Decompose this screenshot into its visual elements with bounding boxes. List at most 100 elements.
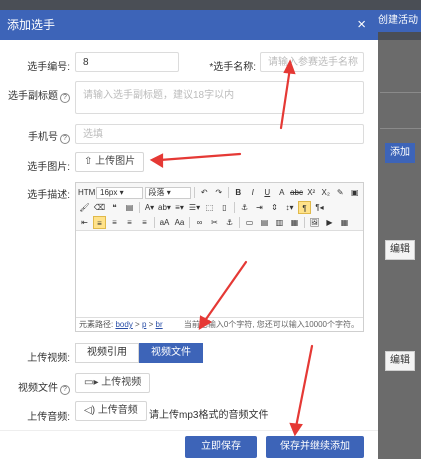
help-icon[interactable]: ? bbox=[60, 93, 70, 103]
format-painter-icon[interactable]: 🖌 bbox=[78, 201, 91, 214]
toolbar-separator bbox=[189, 217, 190, 228]
font-size-select[interactable]: 16px ▾ bbox=[96, 186, 143, 199]
align-left-icon[interactable]: ≡ bbox=[93, 216, 106, 229]
underline-icon[interactable]: U bbox=[261, 186, 274, 199]
ltr-icon[interactable]: ¶ bbox=[298, 201, 311, 214]
editor-toolbar: HTML 16px ▾ 段落 ▾ ↶ ↷ B I U A abc X² X₂ ✎… bbox=[76, 183, 363, 231]
close-icon[interactable]: × bbox=[357, 10, 366, 40]
video-type-toggle: 视频引用 视频文件 bbox=[75, 343, 203, 363]
toolbar-separator bbox=[239, 217, 240, 228]
paste-plain-icon[interactable]: ▤ bbox=[123, 201, 136, 214]
editor-status-bar: 元素路径: body > p > br 当前已输入0个字符, 您还可以输入100… bbox=[76, 317, 363, 331]
remove-format-icon[interactable]: ✎ bbox=[334, 186, 347, 199]
font-border-icon[interactable]: A bbox=[276, 186, 289, 199]
font-color-icon[interactable]: A▾ bbox=[143, 201, 156, 214]
bold-icon[interactable]: B bbox=[232, 186, 245, 199]
dialog-footer: 立即保存 保存并继续添加 bbox=[0, 430, 378, 459]
insert-image-icon[interactable]: 🖼 bbox=[308, 216, 321, 229]
phone-field[interactable] bbox=[75, 124, 364, 144]
blockquote-icon[interactable]: ❝ bbox=[108, 201, 121, 214]
image-label: 选手图片: bbox=[27, 162, 70, 173]
dialog-header: 添加选手 × bbox=[0, 10, 378, 40]
subtitle-field[interactable] bbox=[75, 81, 364, 114]
row-spacing-icon[interactable]: ⇕ bbox=[268, 201, 281, 214]
line-height-icon[interactable]: ↕▾ bbox=[283, 201, 296, 214]
unordered-list-icon[interactable]: ☰▾ bbox=[188, 201, 201, 214]
to-uppercase-icon[interactable]: aA bbox=[158, 216, 171, 229]
superscript-icon[interactable]: X² bbox=[305, 186, 318, 199]
video-reference-option[interactable]: 视频引用 bbox=[75, 343, 139, 363]
video-file-option[interactable]: 视频文件 bbox=[139, 343, 203, 363]
number-field[interactable] bbox=[75, 52, 179, 72]
upload-icon: ⇧ bbox=[84, 156, 93, 167]
image-float-none-icon[interactable]: ▭ bbox=[243, 216, 256, 229]
toolbar-separator bbox=[234, 202, 235, 213]
save-now-button[interactable]: 立即保存 bbox=[185, 436, 257, 458]
fullscreen-icon[interactable]: ▣ bbox=[349, 186, 362, 199]
audio-hint: 请上传mp3格式的音频文件 bbox=[149, 410, 269, 421]
dialog-title: 添加选手 bbox=[7, 18, 56, 32]
video-camera-icon: ▭▸ bbox=[84, 377, 99, 388]
name-label: *选手名称: bbox=[209, 62, 256, 73]
toolbar-separator bbox=[154, 217, 155, 228]
upload-audio-button[interactable]: ◁) 上传音频 bbox=[75, 401, 147, 421]
path-crumb[interactable]: p bbox=[142, 320, 146, 329]
image-right-icon[interactable]: ▥ bbox=[273, 216, 286, 229]
insert-table-icon[interactable]: ▦ bbox=[338, 216, 351, 229]
ordered-list-icon[interactable]: ≡▾ bbox=[173, 201, 186, 214]
background-edit-button[interactable]: 编辑 bbox=[385, 351, 415, 371]
speaker-icon: ◁) bbox=[84, 405, 96, 416]
divider bbox=[380, 128, 421, 129]
html-source-icon[interactable]: HTML bbox=[78, 186, 100, 199]
anchor-icon[interactable]: ⚓ bbox=[238, 201, 251, 214]
undo-icon[interactable]: ↶ bbox=[198, 186, 211, 199]
subtitle-label: 选手副标题? bbox=[6, 87, 70, 103]
link-icon[interactable]: ∞ bbox=[193, 216, 206, 229]
toolbar-separator bbox=[228, 187, 229, 198]
subscript-icon[interactable]: X₂ bbox=[319, 186, 332, 199]
background-edit-button[interactable]: 编辑 bbox=[385, 240, 415, 260]
phone-label: 手机号? bbox=[20, 128, 70, 144]
name-field[interactable] bbox=[260, 52, 364, 72]
toolbar-separator bbox=[194, 187, 195, 198]
paragraph-format-select[interactable]: 段落 ▾ bbox=[144, 186, 192, 199]
insert-video-icon[interactable]: ▶ bbox=[323, 216, 336, 229]
help-icon[interactable]: ? bbox=[60, 134, 70, 144]
toolbar-separator bbox=[304, 217, 305, 228]
image-center-icon[interactable]: ▦ bbox=[288, 216, 301, 229]
number-label: 选手编号: bbox=[27, 62, 70, 73]
audio-label: 上传音频: bbox=[27, 412, 70, 423]
align-center-icon[interactable]: ≡ bbox=[108, 216, 121, 229]
italic-icon[interactable]: I bbox=[247, 186, 260, 199]
eraser-icon[interactable]: ⌫ bbox=[93, 201, 106, 214]
save-and-continue-button[interactable]: 保存并继续添加 bbox=[266, 436, 364, 458]
redo-icon[interactable]: ↷ bbox=[213, 186, 226, 199]
to-lowercase-icon[interactable]: Aa bbox=[173, 216, 186, 229]
toolbar-separator bbox=[139, 202, 140, 213]
indent-icon[interactable]: ⇥ bbox=[253, 201, 266, 214]
image-left-icon[interactable]: ▤ bbox=[258, 216, 271, 229]
unlink-icon[interactable]: ✂ bbox=[208, 216, 221, 229]
align-right-icon[interactable]: ≡ bbox=[123, 216, 136, 229]
strikethrough-icon[interactable]: abc bbox=[290, 186, 303, 199]
path-crumb[interactable]: br bbox=[156, 320, 163, 329]
help-icon[interactable]: ? bbox=[60, 385, 70, 395]
clear-doc-icon[interactable]: ▯ bbox=[218, 201, 231, 214]
background-add-button[interactable]: 添加 bbox=[385, 143, 415, 163]
rtl-icon[interactable]: ¶◂ bbox=[313, 201, 326, 214]
path-crumb[interactable]: body bbox=[115, 320, 132, 329]
rich-text-editor: HTML 16px ▾ 段落 ▾ ↶ ↷ B I U A abc X² X₂ ✎… bbox=[75, 182, 364, 332]
upload-video-button[interactable]: ▭▸ 上传视频 bbox=[75, 373, 151, 393]
align-justify-icon[interactable]: ≡ bbox=[138, 216, 151, 229]
video-file-label: 视频文件? bbox=[16, 379, 70, 395]
background-color-icon[interactable]: ab▾ bbox=[158, 201, 171, 214]
editor-content-area[interactable] bbox=[76, 231, 363, 317]
description-label: 选手描述: bbox=[27, 190, 70, 201]
indent-block-icon[interactable]: ⇤ bbox=[78, 216, 91, 229]
select-all-icon[interactable]: ⬚ bbox=[203, 201, 216, 214]
divider bbox=[380, 92, 421, 93]
anchor-point-icon[interactable]: ⚓ bbox=[223, 216, 236, 229]
upload-image-button[interactable]: ⇧ 上传图片 bbox=[75, 152, 145, 172]
video-label: 上传视频: bbox=[27, 353, 70, 364]
word-count: 当前已输入0个字符, 您还可以输入10000个字符。 bbox=[183, 320, 359, 329]
